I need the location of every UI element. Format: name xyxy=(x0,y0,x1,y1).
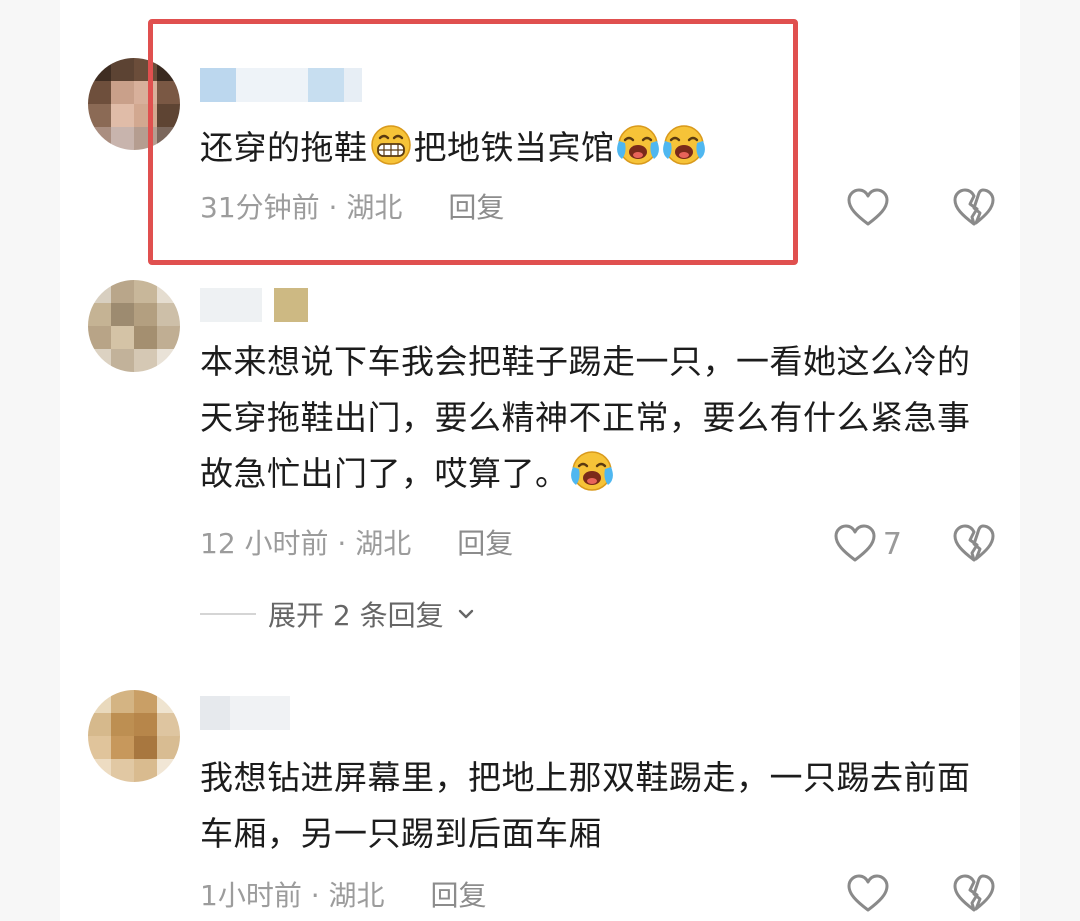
heart-icon xyxy=(834,524,876,562)
chevron-down-icon xyxy=(458,609,473,619)
like-count: 7 xyxy=(882,526,902,562)
comment-meta: 1小时前 · 湖北 回复 xyxy=(200,876,487,916)
expand-replies-button[interactable]: 展开 2 条回复 xyxy=(200,594,476,634)
like-button[interactable]: 7 xyxy=(833,522,902,566)
comment-meta: 12 小时前 · 湖北 回复 xyxy=(200,524,513,564)
username-blurred[interactable] xyxy=(200,288,308,322)
highlight-box xyxy=(148,19,798,265)
expand-replies-label: 展开 2 条回复 xyxy=(268,599,444,632)
divider-line xyxy=(200,613,256,615)
dislike-button[interactable] xyxy=(952,872,996,916)
comment-text: 我想钻进屏幕里，把地上那双鞋踢走，一只踢去前面车厢，另一只踢到后面车厢 xyxy=(200,750,990,862)
comment-location: 湖北 xyxy=(355,527,412,560)
avatar[interactable] xyxy=(88,280,180,372)
reply-button[interactable]: 回复 xyxy=(431,876,487,916)
comment-list: 还穿的拖鞋 把地铁当宾馆 31分钟前 · 湖北 回复 本来想说下车我会把鞋子踢走… xyxy=(60,0,1020,921)
avatar[interactable] xyxy=(88,690,180,782)
like-button[interactable] xyxy=(846,872,890,916)
dislike-button[interactable] xyxy=(952,522,996,566)
dislike-button[interactable] xyxy=(952,186,996,230)
comment-text-part: 我想钻进屏幕里，把地上那双鞋踢走，一只踢去前面车厢，另一只踢到后面车厢 xyxy=(200,758,971,853)
comment-text: 本来想说下车我会把鞋子踢走一只，一看她这么冷的天穿拖鞋出门，要么精神不正常，要么… xyxy=(200,334,990,502)
broken-heart-icon xyxy=(953,188,995,226)
heart-icon xyxy=(847,874,889,912)
broken-heart-icon xyxy=(953,874,995,912)
meta-separator: · xyxy=(328,527,356,560)
comment-time: 12 小时前 xyxy=(200,527,329,560)
meta-separator: · xyxy=(301,879,329,912)
loudly-crying-face-icon xyxy=(569,450,614,492)
comment-time: 1小时前 xyxy=(200,879,302,912)
heart-icon xyxy=(847,188,889,226)
username-blurred[interactable] xyxy=(200,696,290,730)
broken-heart-icon xyxy=(953,524,995,562)
reply-button[interactable]: 回复 xyxy=(457,524,513,564)
like-button[interactable] xyxy=(846,186,890,230)
comment-location: 湖北 xyxy=(328,879,385,912)
